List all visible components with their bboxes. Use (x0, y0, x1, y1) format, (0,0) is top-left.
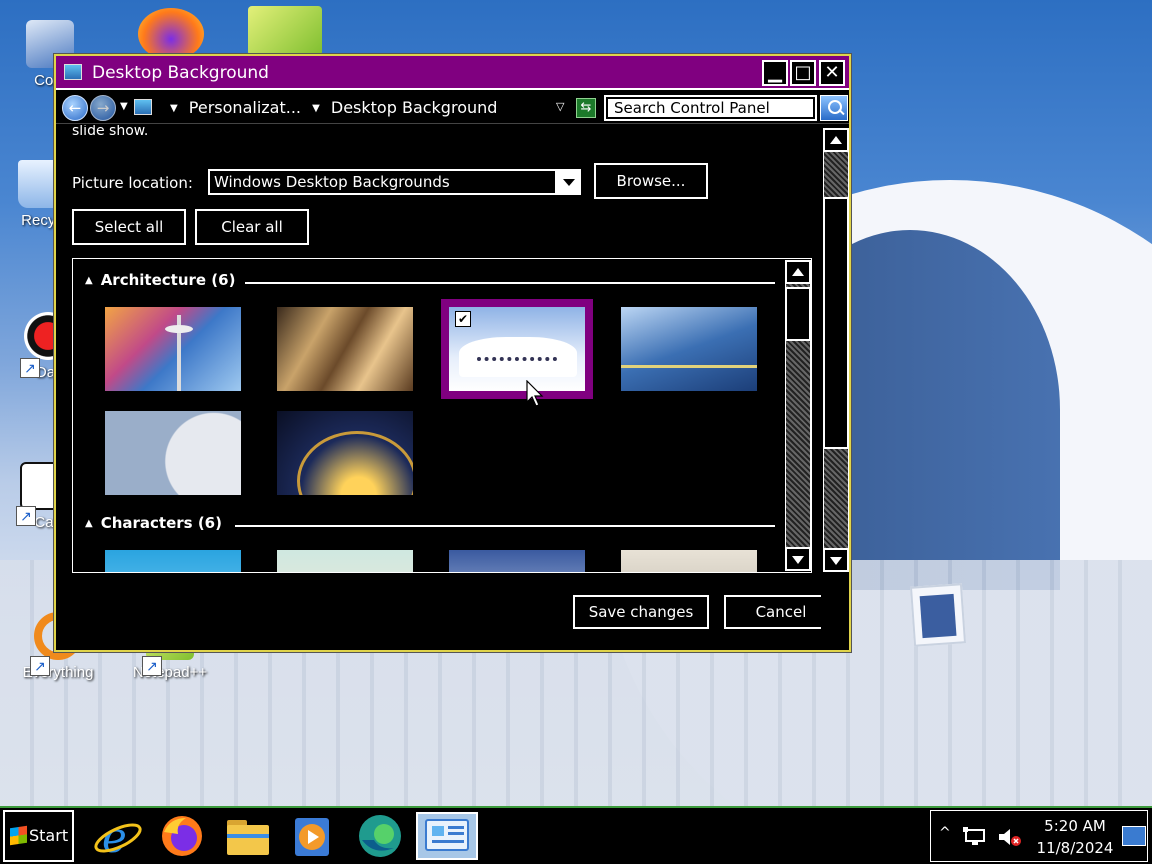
address-bar: ← → ▼ ▼ Personalizat... ▼ Desktop Backgr… (56, 92, 849, 124)
clock[interactable]: 5:20 AM 11/8/2024 (1031, 815, 1119, 859)
volume-muted-icon[interactable] (997, 827, 1023, 847)
taskbar-internet-explorer[interactable]: e (92, 812, 144, 862)
window-scroll-down-button[interactable] (823, 548, 849, 572)
thumbnail-architecture-6[interactable] (277, 411, 413, 495)
select-all-button[interactable]: Select all (72, 209, 186, 245)
thumbnail-characters-1[interactable] (105, 550, 241, 572)
selected-checkbox[interactable]: ✔ (455, 311, 471, 327)
thumbnail-architecture-5[interactable] (105, 411, 241, 495)
group-divider (235, 525, 775, 527)
control-panel-icon (134, 99, 152, 115)
taskbar-firefox[interactable] (156, 812, 208, 860)
mouse-cursor-icon (526, 380, 544, 407)
shortcut-arrow-icon: ↗ (142, 656, 162, 676)
refresh-button[interactable]: ⇆ (576, 98, 596, 118)
window-scrollbar[interactable] (823, 128, 849, 572)
nav-buttons: ← → ▼ (62, 95, 128, 121)
picture-location-value: Windows Desktop Backgrounds (214, 173, 450, 191)
browse-button[interactable]: Browse... (594, 163, 708, 199)
picker-scroll-down-button[interactable] (785, 547, 811, 571)
chevron-down-icon[interactable] (555, 171, 579, 193)
window-title: Desktop Background (92, 63, 269, 83)
thumbnail-characters-3[interactable] (449, 550, 585, 572)
thumbnail-characters-4[interactable] (621, 550, 757, 572)
search-box (602, 93, 819, 123)
shortcut-arrow-icon: ↗ (20, 358, 40, 378)
minimize-button[interactable]: ▁ (762, 60, 788, 86)
close-button[interactable]: ✕ (819, 60, 845, 86)
thumbnail-characters-2[interactable] (277, 550, 413, 572)
control-panel-icon (425, 819, 469, 851)
save-changes-button[interactable]: Save changes (573, 595, 709, 629)
search-input[interactable] (606, 97, 815, 119)
desktop-background-window: Desktop Background ▁ □ ✕ ← → ▼ ▼ Persona… (54, 54, 851, 652)
cancel-button[interactable]: Cancel (724, 595, 821, 629)
control-panel-icon (64, 64, 82, 80)
internet-explorer-icon: e (94, 813, 142, 862)
collapse-triangle-icon: ▲ (85, 518, 93, 529)
collapse-triangle-icon: ▲ (85, 275, 93, 286)
picker-scrollbar[interactable] (785, 260, 811, 571)
taskbar-edge[interactable] (354, 812, 406, 860)
picker-scroll-up-button[interactable] (785, 260, 811, 284)
address-dropdown-icon[interactable]: ▽ (556, 100, 564, 113)
chevron-down-icon[interactable]: ▼ (312, 103, 320, 114)
start-button[interactable]: Start (3, 810, 74, 862)
picture-location-select[interactable]: Windows Desktop Backgrounds (208, 169, 581, 195)
wallpaper-photo-frame (909, 583, 967, 647)
edge-icon (359, 815, 401, 857)
firefox-desktop-icon[interactable] (138, 8, 204, 60)
thumbnail-architecture-2[interactable] (277, 307, 413, 391)
group-header-architecture[interactable]: ▲ Architecture (6) (85, 271, 235, 289)
taskbar-control-panel[interactable] (416, 812, 478, 860)
show-hidden-icons-button[interactable]: ^ (939, 825, 951, 841)
content-area: slide show. Picture location: Windows De… (56, 125, 821, 650)
title-bar[interactable]: Desktop Background ▁ □ ✕ (56, 56, 849, 90)
network-icon[interactable] (963, 827, 987, 847)
svg-text:e: e (102, 813, 127, 860)
group-title: Architecture (6) (100, 271, 236, 289)
show-desktop-button[interactable] (1122, 826, 1146, 846)
taskbar-file-explorer[interactable] (222, 812, 274, 860)
desktop-icon-label: Ca (34, 514, 54, 531)
firefox-icon (162, 816, 202, 856)
breadcrumb-desktop-background[interactable]: Desktop Background (331, 98, 498, 117)
clock-time: 5:20 AM (1044, 817, 1106, 835)
group-divider (245, 282, 775, 284)
thumbnail-architecture-4[interactable] (621, 307, 757, 391)
group-title: Characters (6) (100, 514, 222, 532)
media-player-icon (295, 818, 329, 856)
thumbnail-architecture-3-selected[interactable]: ✔ (441, 299, 593, 399)
taskbar-media-player[interactable] (287, 812, 339, 860)
picker-scroll-thumb[interactable] (785, 287, 811, 341)
description-text: slide show. (72, 125, 149, 139)
notepad-desktop-icon[interactable] (248, 6, 322, 56)
picture-location-label: Picture location: (72, 174, 193, 192)
start-label: Start (29, 826, 69, 845)
search-icon[interactable] (820, 95, 848, 121)
window-scroll-thumb[interactable] (823, 197, 849, 449)
back-button[interactable]: ← (62, 95, 88, 121)
picture-picker: ▲ Architecture (6) ✔ ▲ Characters (6) (72, 258, 812, 573)
breadcrumb: ▼ Personalizat... ▼ Desktop Background (164, 98, 497, 117)
shortcut-arrow-icon: ↗ (16, 506, 36, 526)
clear-all-button[interactable]: Clear all (195, 209, 309, 245)
chevron-down-icon[interactable]: ▼ (170, 103, 178, 114)
recent-pages-chevron-icon[interactable]: ▼ (120, 101, 128, 112)
clock-date: 11/8/2024 (1036, 839, 1114, 857)
forward-button[interactable]: → (90, 95, 116, 121)
system-tray: ^ 5:20 AM 11/8/2024 (930, 810, 1148, 862)
shortcut-arrow-icon: ↗ (30, 656, 50, 676)
breadcrumb-personalization[interactable]: Personalizat... (189, 98, 301, 117)
group-header-characters[interactable]: ▲ Characters (6) (85, 514, 222, 532)
windows-logo-icon (10, 825, 27, 846)
maximize-button[interactable]: □ (790, 60, 816, 86)
thumbnail-architecture-1[interactable] (105, 307, 241, 391)
window-scroll-up-button[interactable] (823, 128, 849, 152)
taskbar: Start e ^ 5:20 AM 11/8/2024 (0, 806, 1152, 864)
file-explorer-icon (227, 820, 269, 855)
